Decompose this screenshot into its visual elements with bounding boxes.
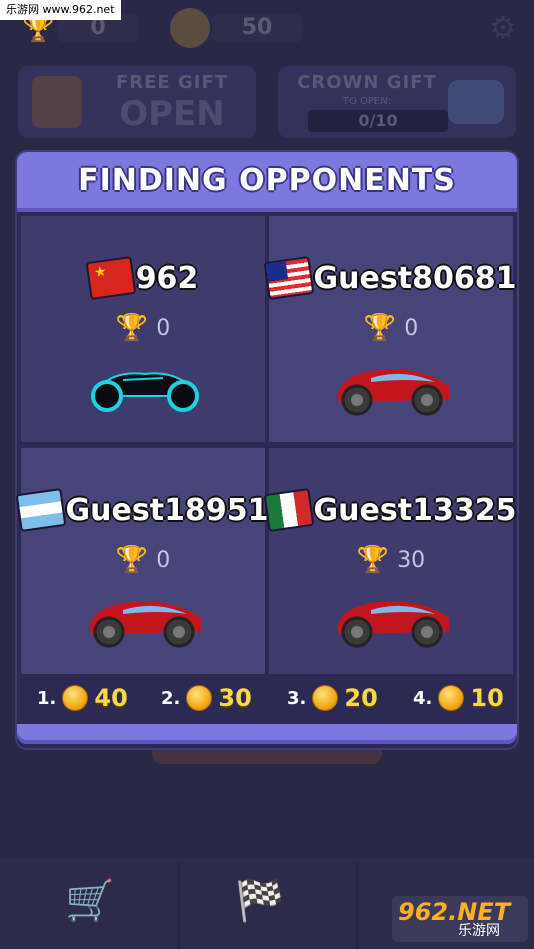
red-car-icon [89,601,201,648]
trophy-icon: 🏆 [363,313,397,343]
nav-divider [178,862,180,949]
site-logo: 962.NET 乐游网 [392,896,528,942]
reward-item: 3. 20 [287,678,397,718]
dialog-footer [17,724,517,744]
opponent-name-row: Guest80681 [263,255,516,301]
light-cycle-icon [91,372,199,412]
opponent-name: Guest80681 [313,260,517,296]
opponent-name: 962 [135,260,199,296]
reward-coins: 20 [344,684,378,712]
coin-icon [438,685,465,711]
crown-gift-button[interactable]: CROWN GIFT TO OPEN: 0/10 [278,66,516,138]
reward-rank: 4. [413,687,433,709]
reward-rank: 1. [37,687,57,709]
shop-cart-icon[interactable]: 🛒 [62,878,118,924]
opponent-card: Guest18951 🏆 0 [15,448,268,674]
red-car-icon [337,369,449,416]
logo-subtext: 乐游网 [458,923,500,939]
reward-item: 4. 10 [413,678,523,718]
opponent-trophy-count: 0 [156,547,171,573]
crown-gift-progress: 0/10 [308,110,448,132]
free-gift-title: FREE GIFT [115,72,229,93]
dialog-title: FINDING OPPONENTS [78,163,456,198]
crown-gift-title: CROWN GIFT [297,72,437,93]
argentina-flag-icon [15,487,66,533]
opponent-card: Guest80681 🏆 0 [263,216,516,442]
coin-icon [186,685,213,711]
chest-icon [32,76,82,128]
nav-divider [356,862,358,949]
opponent-trophy-row: 🏆 0 [21,312,265,344]
opponent-trophy-row: 🏆 0 [21,544,265,576]
opponent-name: Guest18951 [65,492,269,528]
trophy-icon: 🏆 [115,313,149,343]
crown-icon [448,80,504,124]
china-flag-icon [85,255,137,301]
finding-opponents-dialog: FINDING OPPONENTS 962 🏆 0 Guest806 [15,152,517,748]
opponent-name-row: 962 [21,255,265,301]
opponent-grid: 962 🏆 0 Guest80681 🏆 0 [15,216,516,674]
opponent-trophy-count: 0 [156,315,171,341]
gear-icon[interactable]: ⚙ [486,12,520,46]
reward-row: 1. 40 2. 30 3. 20 4. 10 [21,678,513,718]
race-flags-icon[interactable]: 🏁 [230,878,290,924]
coin-count: 50 [212,14,302,42]
opponent-name: Guest13325 [313,492,517,528]
free-gift-button[interactable]: FREE GIFT OPEN [18,66,256,138]
reward-rank: 3. [287,687,307,709]
opponent-name-row: Guest13325 [263,487,516,533]
malaysia-flag-icon [263,255,314,301]
coin-icon [62,685,89,711]
reward-item: 1. 40 [37,678,147,718]
opponent-card: 962 🏆 0 [21,216,265,442]
reward-item: 2. 30 [161,678,271,718]
reward-rank: 2. [161,687,181,709]
opponent-trophy-row: 🏆 30 [269,544,513,576]
opponent-name-row: Guest18951 [15,487,268,533]
free-gift-status: OPEN [119,94,225,134]
mexico-flag-icon [263,487,314,533]
trophy-icon: 🏆 [356,545,390,575]
trophy-icon: 🏆 [115,545,149,575]
watermark-text: 乐游网 www.962.net [0,0,121,20]
coin-icon [170,8,210,48]
opponent-trophy-count: 0 [404,315,419,341]
reward-coins: 40 [94,684,128,712]
reward-coins: 10 [470,684,504,712]
crown-gift-subtitle: TO OPEN: [342,96,392,107]
red-car-icon [337,601,449,648]
opponent-trophy-row: 🏆 0 [269,312,513,344]
opponent-card: Guest13325 🏆 30 [263,448,516,674]
reward-coins: 30 [218,684,252,712]
opponent-trophy-count: 30 [397,547,426,573]
coin-icon [312,685,339,711]
